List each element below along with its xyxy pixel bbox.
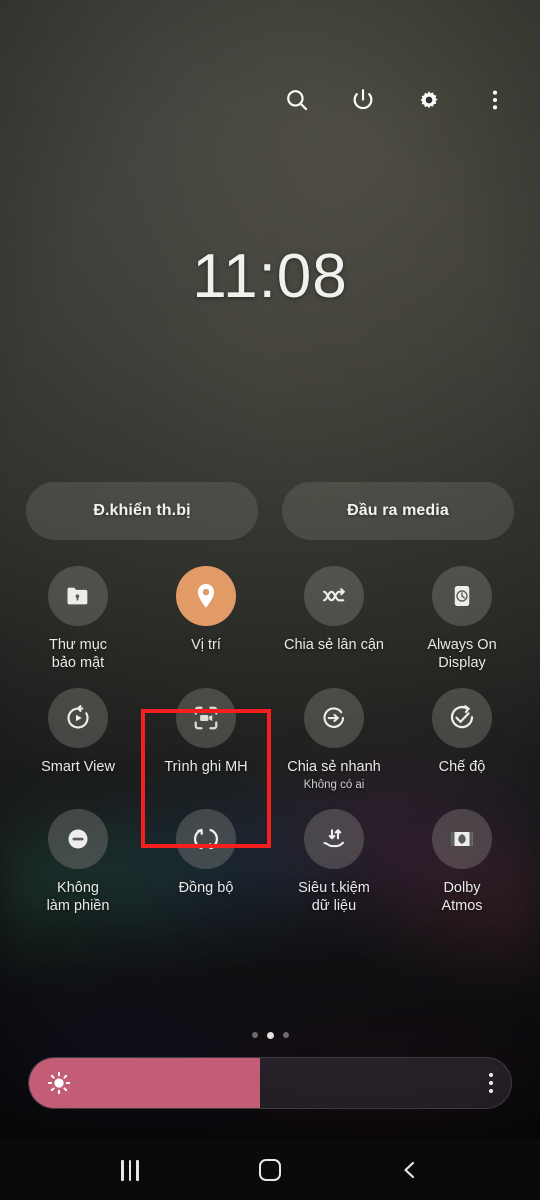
- toggle-label: Vị trí: [191, 637, 221, 653]
- modes-icon: [432, 688, 492, 749]
- location-pin-icon: [176, 566, 236, 626]
- toggle-screen-recorder[interactable]: Trình ghi MH: [142, 688, 270, 792]
- always-on-display-icon: [432, 566, 492, 626]
- toggle-label: Không làm phiền: [46, 879, 110, 914]
- quick-settings-panel: 11:08 Đ.khiển th.bị Đầu ra media Thư mục…: [0, 0, 540, 1200]
- home-button[interactable]: [244, 1147, 296, 1193]
- gear-icon[interactable]: [414, 85, 444, 115]
- page-indicator: [0, 1029, 540, 1041]
- navigation-bar: [0, 1140, 540, 1200]
- search-icon[interactable]: [282, 85, 312, 115]
- toggle-row-3: Không làm phiền Đồng bộ Siêu t.kiệm dữ l…: [14, 808, 526, 915]
- recents-icon: [121, 1159, 139, 1181]
- toggle-row-2: Smart View Trình ghi MH Chia sẻ nhanh Kh…: [14, 688, 526, 792]
- brightness-sun-icon: [45, 1069, 73, 1097]
- toggle-label: Chế độ: [438, 759, 486, 776]
- toggle-modes[interactable]: Chế độ: [398, 688, 526, 792]
- secure-folder-icon: [48, 566, 108, 626]
- screen-recorder-icon: [176, 688, 236, 749]
- media-output-button[interactable]: Đầu ra media: [282, 482, 514, 540]
- back-button[interactable]: [384, 1147, 436, 1193]
- quick-settings-toolbar: [0, 78, 540, 122]
- recents-button[interactable]: [104, 1147, 156, 1193]
- back-chevron-icon: [404, 1161, 415, 1179]
- power-icon[interactable]: [348, 85, 378, 115]
- page-dot-2[interactable]: [266, 1031, 274, 1039]
- quick-share-icon: [304, 688, 364, 749]
- toggle-row-1: Thư mục bảo mật Vị trí Chia sẻ lân cận A…: [14, 566, 526, 672]
- toggle-do-not-disturb[interactable]: Không làm phiền: [14, 808, 142, 915]
- page-dot-3[interactable]: [282, 1032, 289, 1038]
- smart-view-icon: [48, 688, 108, 749]
- toggle-ultra-data-saving[interactable]: Siêu t.kiệm dữ liệu: [270, 808, 398, 915]
- toggle-dolby-atmos[interactable]: Dolby Atmos: [398, 808, 526, 915]
- toggle-label: Chia sẻ lân cận: [284, 637, 384, 653]
- nearby-share-icon: [304, 566, 364, 626]
- quick-toggle-grid: Thư mục bảo mật Vị trí Chia sẻ lân cận A…: [14, 566, 526, 931]
- toggle-label: Trình ghi MH: [164, 759, 248, 776]
- toggle-label: Smart View: [41, 759, 115, 776]
- toggle-nearby-share[interactable]: Chia sẻ lân cận: [270, 566, 398, 672]
- toggle-label: Dolby Atmos: [441, 879, 483, 914]
- toggle-sublabel: Không có ai: [303, 779, 365, 792]
- device-control-button[interactable]: Đ.khiển th.bị: [26, 482, 258, 540]
- toggle-label: Always On Display: [427, 637, 497, 671]
- toggle-secure-folder[interactable]: Thư mục bảo mật: [14, 566, 142, 672]
- toggle-label: Đồng bộ: [178, 879, 234, 896]
- home-icon: [259, 1159, 281, 1181]
- clock-time: 11:08: [192, 242, 348, 311]
- pill-button-row: Đ.khiển th.bị Đầu ra media: [26, 482, 514, 540]
- sync-icon: [176, 808, 236, 869]
- ultra-data-saving-icon: [304, 808, 364, 869]
- toggle-label: Thư mục bảo mật: [48, 637, 108, 671]
- toggle-smart-view[interactable]: Smart View: [14, 688, 142, 792]
- toggle-always-on-display[interactable]: Always On Display: [398, 566, 526, 672]
- toggle-label: Siêu t.kiệm dữ liệu: [298, 879, 370, 914]
- toggle-label: Chia sẻ nhanh: [287, 759, 381, 776]
- toggle-quick-share[interactable]: Chia sẻ nhanh Không có ai: [270, 688, 398, 792]
- toggle-sync[interactable]: Đồng bộ: [142, 808, 270, 915]
- toggle-location[interactable]: Vị trí: [142, 566, 270, 672]
- brightness-more-icon[interactable]: [489, 1073, 493, 1093]
- do-not-disturb-icon: [48, 808, 108, 869]
- page-dot-1[interactable]: [251, 1032, 258, 1038]
- brightness-slider[interactable]: [28, 1057, 512, 1109]
- dolby-atmos-icon: [432, 808, 492, 869]
- more-vertical-icon[interactable]: [480, 85, 510, 115]
